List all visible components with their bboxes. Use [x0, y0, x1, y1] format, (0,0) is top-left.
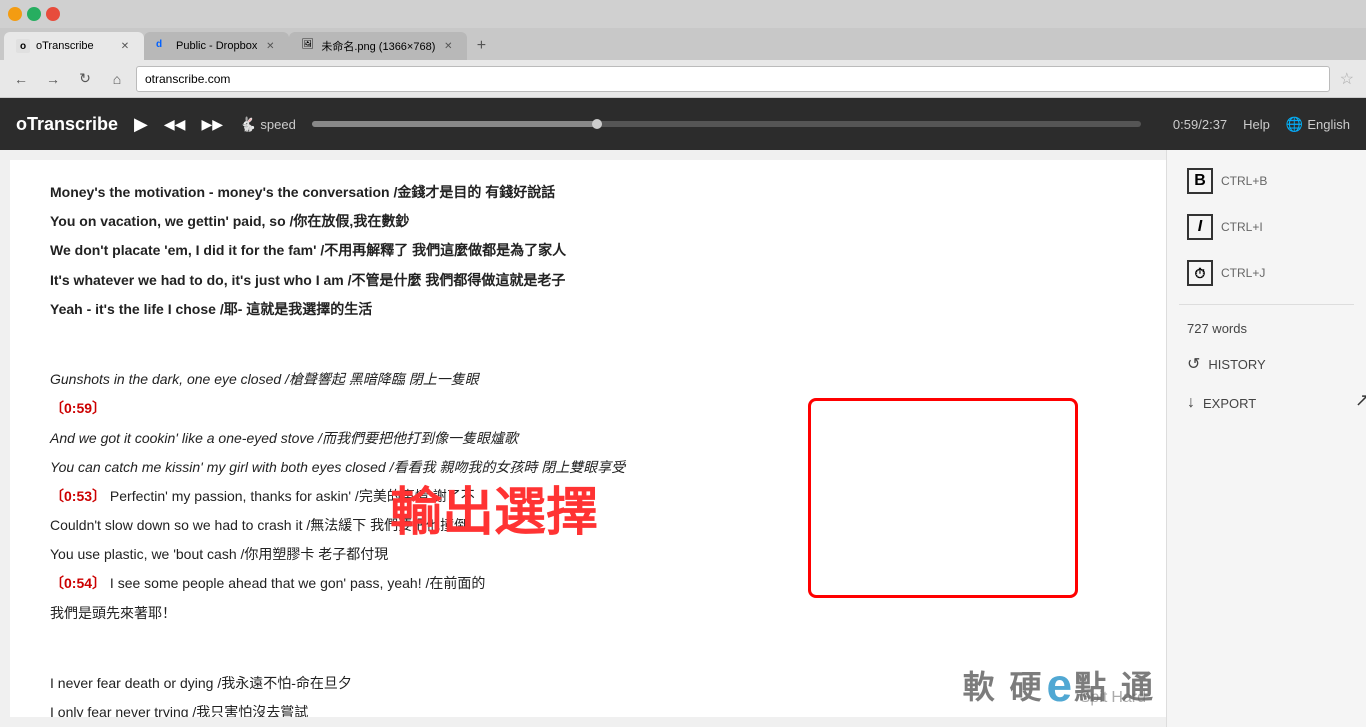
italic-format-button[interactable]: I CTRL+I [1179, 208, 1354, 246]
annotation-text: 輸出選擇 [390, 470, 598, 545]
timestamp-badge[interactable]: 〔0:59〕 [50, 400, 106, 416]
tab-title-image: 未命名.png (1366×768) [321, 38, 435, 54]
tab-favicon-dropbox: d [156, 39, 170, 53]
tab-dropbox[interactable]: d Public - Dropbox ✕ [144, 32, 289, 60]
transcript-line: 我們是頭先來著耶！ [50, 601, 1126, 626]
transcript-line: Yeah - it's the life I chose /耶- 這就是我選擇的… [50, 297, 1126, 322]
tab-close-otranscribe[interactable]: ✕ [118, 39, 132, 53]
app-header: oTranscribe ▶ ◀◀ ▶▶ 🐇 speed 0:59/2:37 He… [0, 98, 1366, 150]
title-bar [0, 0, 1366, 28]
bookmark-icon[interactable]: ☆ [1336, 69, 1358, 89]
speed-icon: 🐇 [239, 116, 256, 133]
tab-image[interactable]: 🖼 未命名.png (1366×768) ✕ [289, 32, 467, 60]
tab-favicon-otranscribe: o [16, 39, 30, 53]
track-bar[interactable] [312, 121, 1141, 127]
history-label: HISTORY [1208, 357, 1265, 372]
italic-icon: I [1187, 214, 1213, 240]
tab-otranscribe[interactable]: o oTranscribe ✕ [4, 32, 144, 60]
brand-e-icon: e [1047, 658, 1073, 712]
rewind-button[interactable]: ◀◀ [164, 116, 186, 133]
tab-title-otranscribe: oTranscribe [36, 40, 112, 52]
timestamp-shortcut: CTRL+J [1221, 266, 1265, 280]
transcript-gap [50, 326, 1126, 351]
transcript-line: It's whatever we had to do, it's just wh… [50, 268, 1126, 293]
sidebar: B CTRL+B I CTRL+I ⏱ CTRL+J 727 words ↺ H… [1166, 150, 1366, 727]
speed-control[interactable]: 🐇 speed [239, 116, 296, 133]
transcript-line: You use plastic, we 'bout cash /你用塑膠卡 老子… [50, 542, 1126, 567]
app-logo: oTranscribe [16, 114, 118, 135]
back-button[interactable]: ← [8, 66, 34, 92]
transcript-line: 〔0:54〕 I see some people ahead that we g… [50, 571, 1126, 596]
tab-close-dropbox[interactable]: ✕ [263, 39, 277, 53]
transcript-timestamp: 〔0:59〕 [50, 396, 1126, 421]
forward-button[interactable]: → [40, 66, 66, 92]
forward-button[interactable]: ▶▶ [201, 116, 223, 133]
italic-shortcut: CTRL+I [1221, 220, 1263, 234]
time-current: 0:59 [1173, 117, 1198, 132]
editor-area[interactable]: Money's the motivation - money's the con… [10, 160, 1166, 717]
help-button[interactable]: Help [1243, 117, 1270, 132]
word-count: 727 words [1179, 317, 1354, 340]
transcript-gap [50, 630, 1126, 655]
time-total: 2:37 [1202, 117, 1227, 132]
main-content: Money's the motivation - money's the con… [0, 150, 1366, 727]
export-label: EXPORT [1203, 396, 1256, 411]
maximize-button[interactable] [27, 7, 41, 21]
timestamp-format-button[interactable]: ⏱ CTRL+J [1179, 254, 1354, 292]
tab-title-dropbox: Public - Dropbox [176, 40, 257, 52]
cursor-icon: ↗ [1355, 390, 1366, 411]
divider [1179, 304, 1354, 305]
track-progress [312, 121, 602, 127]
timestamp-badge[interactable]: 〔0:54〕 [50, 575, 106, 591]
transcript-line: We don't placate 'em, I did it for the f… [50, 238, 1126, 263]
transcript-line: Money's the motivation - money's the con… [50, 180, 1126, 205]
home-button[interactable]: ⌂ [104, 66, 130, 92]
bold-format-button[interactable]: B CTRL+B [1179, 162, 1354, 200]
transcript-line: And we got it cookin' like a one-eyed st… [50, 426, 1126, 451]
tabs-bar: o oTranscribe ✕ d Public - Dropbox ✕ 🖼 未… [0, 28, 1366, 60]
export-icon: ↓ [1187, 394, 1195, 412]
time-display: 0:59/2:37 [1157, 117, 1227, 132]
close-button[interactable] [46, 7, 60, 21]
history-icon: ↺ [1187, 354, 1200, 374]
speed-label: speed [260, 117, 295, 132]
address-bar: ← → ↻ ⌂ ☆ [0, 60, 1366, 98]
new-tab-button[interactable]: + [467, 32, 495, 60]
url-input[interactable] [136, 66, 1330, 92]
tab-close-image[interactable]: ✕ [441, 39, 455, 53]
export-button[interactable]: ↓ EXPORT ↗ Download transcript as... Mar… [1179, 388, 1354, 418]
brand-text-left: 軟 硬 [963, 662, 1045, 708]
refresh-button[interactable]: ↻ [72, 66, 98, 92]
bold-shortcut: CTRL+B [1221, 174, 1267, 188]
globe-icon: 🌐 [1286, 116, 1303, 133]
language-label: English [1307, 117, 1350, 132]
language-button[interactable]: 🌐 English [1286, 116, 1350, 133]
track-handle[interactable] [592, 119, 602, 129]
transcript-text: Money's the motivation - money's the con… [50, 180, 1126, 717]
play-button[interactable]: ▶ [134, 114, 148, 135]
history-button[interactable]: ↺ HISTORY [1179, 348, 1354, 380]
timestamp-icon: ⏱ [1187, 260, 1213, 286]
tab-favicon-image: 🖼 [301, 39, 315, 53]
minimize-button[interactable] [8, 7, 22, 21]
transcript-line: Gunshots in the dark, one eye closed /槍聲… [50, 367, 1126, 392]
bold-icon: B [1187, 168, 1213, 194]
timestamp-badge[interactable]: 〔0:53〕 [50, 488, 106, 504]
transcript-line: You on vacation, we gettin' paid, so /你在… [50, 209, 1126, 234]
brand-text-right: 點 通 [1074, 662, 1156, 708]
